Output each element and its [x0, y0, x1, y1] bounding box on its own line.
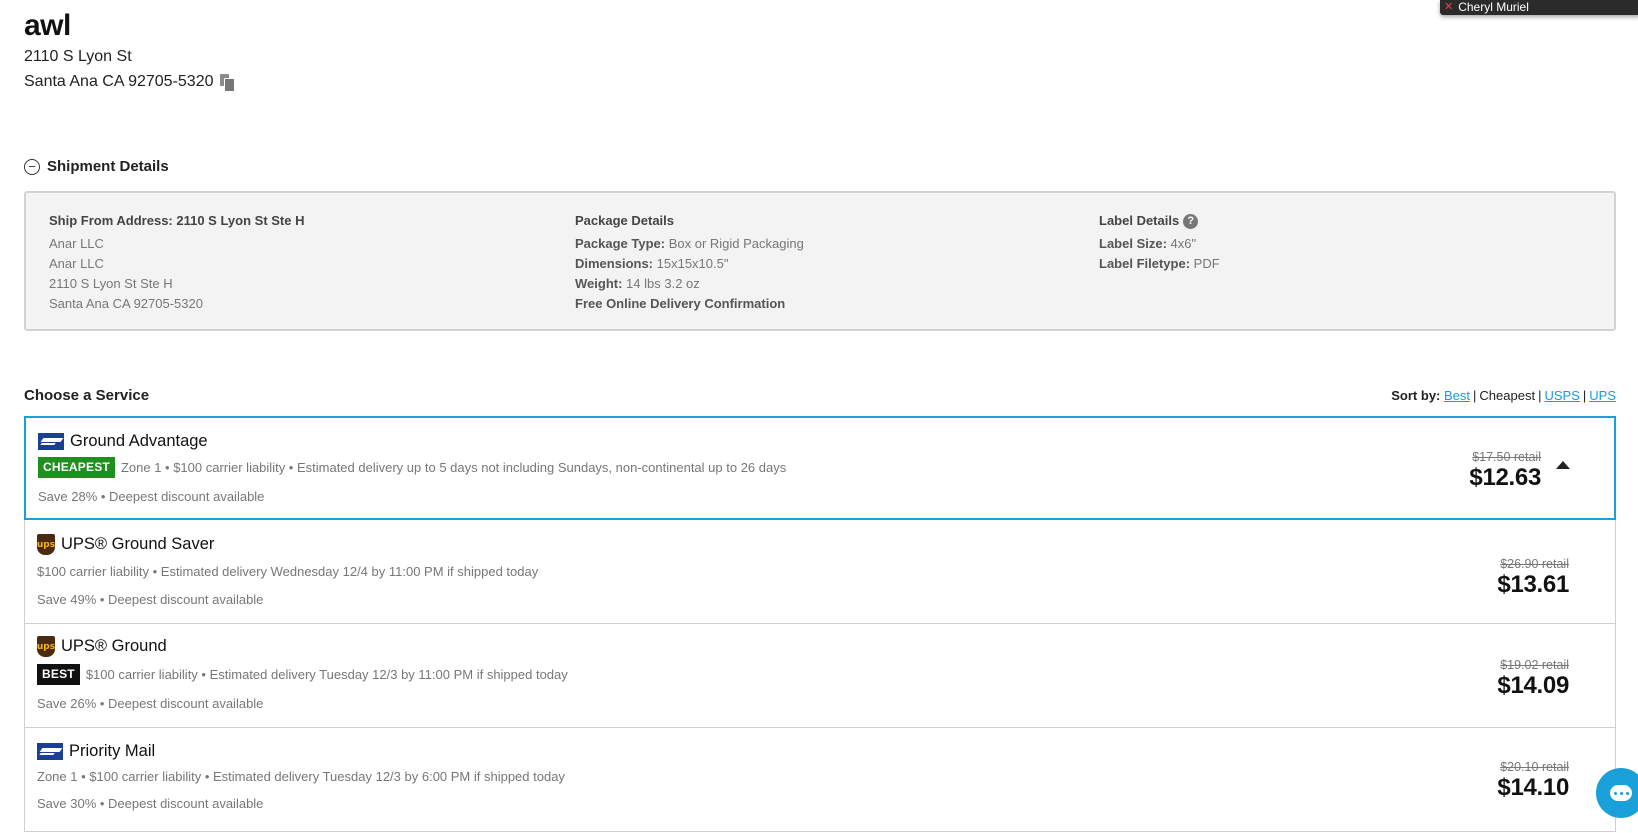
recipient-block: awl 2110 S Lyon St Santa Ana CA 92705-53…: [24, 8, 235, 94]
service-option-priority-mail[interactable]: Priority Mail Zone 1 • $100 carrier liab…: [24, 728, 1616, 832]
retail-price: $26.90 retail: [1500, 557, 1569, 571]
label-filetype: Label Filetype: PDF: [1099, 256, 1220, 271]
label-details-column: Label Details ? Label Size: 4x6" Label F…: [1099, 211, 1220, 274]
chat-icon: [1610, 785, 1632, 801]
service-name: UPS® Ground Saver: [61, 535, 215, 553]
ship-from-heading: Ship From Address: 2110 S Lyon St Ste H: [49, 213, 305, 228]
sort-usps-link[interactable]: USPS: [1544, 388, 1579, 403]
retail-price: $20.10 retail: [1500, 760, 1569, 774]
discount-price: $14.09: [1497, 672, 1569, 699]
package-dimensions: Dimensions: 15x15x10.5": [575, 256, 729, 271]
service-name: UPS® Ground: [61, 637, 167, 655]
service-option-ground-advantage[interactable]: Ground Advantage CHEAPEST Zone 1 • $100 …: [24, 416, 1616, 520]
mic-off-icon: ✕: [1444, 1, 1454, 13]
service-info-row: CHEAPEST Zone 1 • $100 carrier liability…: [38, 457, 786, 478]
service-info: $100 carrier liability • Estimated deliv…: [37, 564, 539, 579]
label-details-heading-row: Label Details ?: [1099, 211, 1220, 231]
help-icon[interactable]: ?: [1183, 213, 1199, 229]
retail-price: $17.50 retail: [1472, 450, 1541, 464]
sort-cheapest-current[interactable]: Cheapest: [1479, 388, 1535, 403]
service-info: $100 carrier liability • Estimated deliv…: [85, 667, 568, 682]
service-price: $26.90 retail $13.61: [1497, 556, 1569, 598]
caret-up-icon[interactable]: [1556, 461, 1570, 469]
best-badge: BEST: [37, 664, 80, 685]
user-chip-name: Cheryl Muriel: [1458, 0, 1529, 14]
service-price: $20.10 retail $14.10: [1497, 759, 1569, 801]
package-weight: Weight: 14 lbs 3.2 oz: [575, 276, 700, 291]
service-savings: Save 26% • Deepest discount available: [37, 696, 264, 711]
retail-price: $19.02 retail: [1500, 658, 1569, 672]
sort-ups-link[interactable]: UPS: [1589, 388, 1616, 403]
service-info: Zone 1 • $100 carrier liability • Estima…: [120, 460, 787, 475]
ship-from-column: Ship From Address: 2110 S Lyon St Ste H …: [49, 211, 305, 314]
ups-icon: ups: [37, 534, 55, 555]
discount-price: $13.61: [1497, 571, 1569, 598]
service-option-ups-ground-saver[interactable]: ups UPS® Ground Saver $100 carrier liabi…: [24, 520, 1616, 624]
service-name: Priority Mail: [69, 742, 156, 760]
service-title-row: ups UPS® Ground Saver: [37, 534, 214, 555]
discount-price: $12.63: [1469, 464, 1541, 491]
minus-circle-icon: −: [24, 158, 40, 175]
service-title-row: Ground Advantage: [38, 432, 208, 451]
user-chip: ✕ Cheryl Muriel: [1440, 0, 1638, 15]
package-type: Package Type: Box or Rigid Packaging: [575, 236, 804, 251]
service-price: $19.02 retail $14.09: [1497, 657, 1569, 699]
recipient-name: awl: [24, 9, 71, 42]
ups-icon: ups: [37, 636, 55, 657]
ship-from-line: Anar LLC: [49, 236, 104, 251]
service-list: Ground Advantage CHEAPEST Zone 1 • $100 …: [24, 416, 1616, 832]
cheapest-badge: CHEAPEST: [38, 457, 115, 478]
chat-support-button[interactable]: [1596, 768, 1638, 818]
label-details-heading: Label Details: [1099, 213, 1180, 228]
service-title-row: Priority Mail: [37, 742, 155, 761]
shipment-details-toggle[interactable]: − Shipment Details: [24, 158, 169, 175]
sort-by: Sort by: Best | Cheapest | USPS | UPS: [1391, 388, 1616, 403]
choose-service-title: Choose a Service: [24, 387, 150, 404]
ship-from-line: Anar LLC: [49, 256, 104, 271]
ship-from-line: Santa Ana CA 92705-5320: [49, 296, 203, 311]
recipient-address-line2-row: Santa Ana CA 92705-5320: [24, 69, 235, 94]
sort-by-label: Sort by:: [1391, 388, 1441, 403]
delivery-confirmation: Free Online Delivery Confirmation: [575, 296, 786, 311]
service-option-ups-ground[interactable]: ups UPS® Ground BEST $100 carrier liabil…: [24, 624, 1616, 728]
package-details-column: Package Details Package Type: Box or Rig…: [575, 211, 804, 314]
service-title-row: ups UPS® Ground: [37, 636, 167, 657]
service-savings: Save 49% • Deepest discount available: [37, 592, 264, 607]
ship-from-line: 2110 S Lyon St Ste H: [49, 276, 173, 291]
service-info: Zone 1 • $100 carrier liability • Estima…: [37, 769, 565, 784]
service-price: $17.50 retail $12.63: [1469, 449, 1541, 491]
service-name: Ground Advantage: [70, 432, 208, 450]
label-size: Label Size: 4x6": [1099, 236, 1197, 251]
recipient-address-line1: 2110 S Lyon St: [24, 48, 132, 65]
usps-icon: [37, 743, 63, 760]
shipment-details-panel: Ship From Address: 2110 S Lyon St Ste H …: [24, 191, 1616, 331]
copy-icon[interactable]: [219, 73, 235, 92]
service-info-row: $100 carrier liability • Estimated deliv…: [37, 564, 538, 579]
service-info-row: BEST $100 carrier liability • Estimated …: [37, 664, 568, 685]
package-details-heading: Package Details: [575, 213, 675, 228]
shipment-details-label: Shipment Details: [47, 158, 169, 175]
usps-icon: [38, 433, 64, 450]
sort-best-link[interactable]: Best: [1444, 388, 1470, 403]
service-savings: Save 30% • Deepest discount available: [37, 796, 264, 811]
discount-price: $14.10: [1497, 774, 1569, 801]
recipient-address-line2: Santa Ana CA 92705-5320: [24, 73, 214, 90]
service-savings: Save 28% • Deepest discount available: [38, 489, 265, 504]
service-info-row: Zone 1 • $100 carrier liability • Estima…: [37, 769, 565, 784]
